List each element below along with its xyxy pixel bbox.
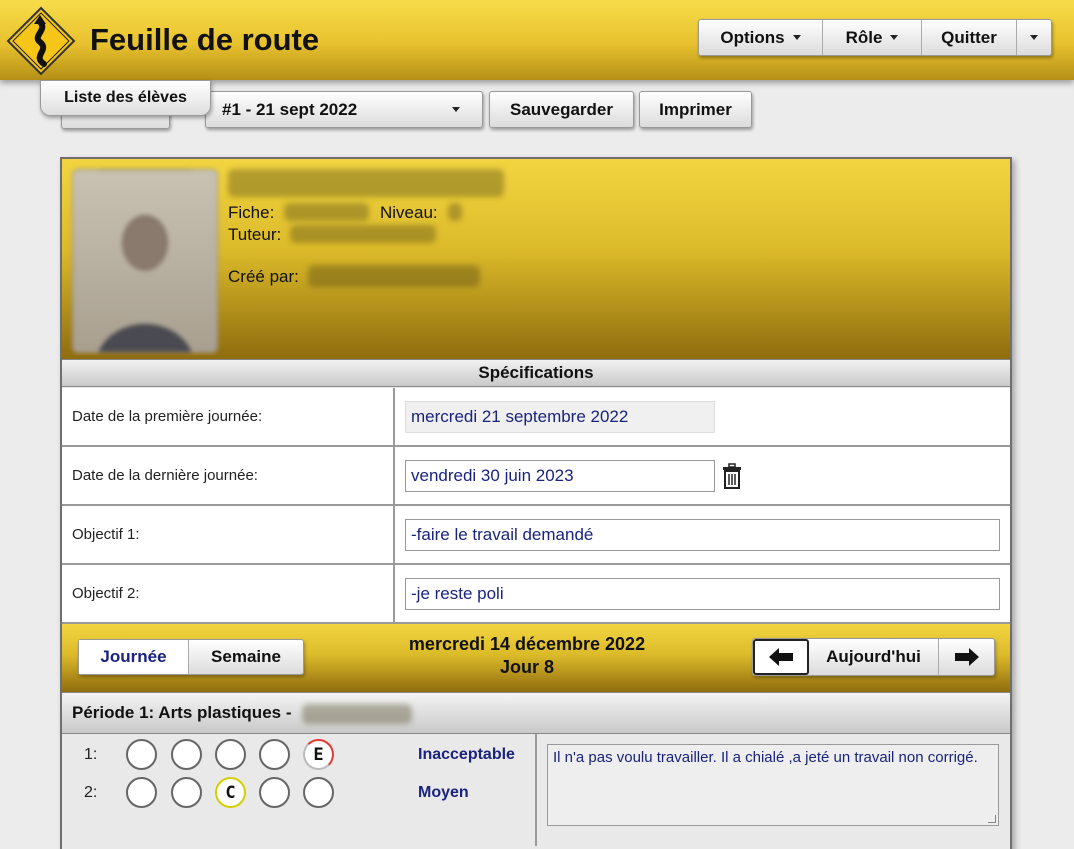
objective-2-label: Objectif 2: [72, 585, 140, 602]
first-day-field: mercredi 21 septembre 2022 [405, 401, 715, 433]
save-button[interactable]: Sauvegarder [489, 91, 634, 128]
row-divider [393, 447, 395, 504]
objective-2-input[interactable]: -je reste poli [405, 578, 1000, 610]
rating-letter: E [313, 744, 324, 765]
date-navigator: Aujourd'hui [752, 638, 995, 676]
trash-icon[interactable] [722, 463, 742, 494]
current-date: mercredi 14 décembre 2022 [408, 634, 646, 654]
rating-letter: C [225, 782, 236, 803]
print-button[interactable]: Imprimer [639, 91, 752, 128]
tab-day[interactable]: Journée [79, 640, 189, 674]
row-2-number: 2: [84, 784, 98, 801]
current-day-number: Jour 8 [499, 657, 555, 677]
rating-circle[interactable] [171, 777, 202, 808]
row-divider [393, 565, 395, 622]
period-title: Période 1: Arts plastiques - [72, 703, 292, 722]
period-evaluation: 1: E Inacceptable 2: C Moyen Il n'a pas … [62, 734, 1010, 846]
arrow-right-icon [954, 648, 979, 666]
row-divider [393, 506, 395, 563]
caret-down-icon [890, 35, 899, 40]
profile-banner: Fiche: Niveau: Tuteur: Créé par: [62, 159, 1010, 359]
caret-down-icon [792, 35, 801, 40]
caret-down-icon [1030, 35, 1038, 40]
role-label: Rôle [845, 27, 883, 47]
objective-1-label: Objectif 1: [72, 526, 140, 543]
first-day-row: Date de la première journée: mercredi 21… [62, 388, 1010, 447]
current-date-display: mercredi 14 décembre 2022 Jour 8 [362, 633, 692, 679]
comment-text: Il n'a pas voulu travailler. Il a chialé… [553, 749, 978, 766]
options-label: Options [720, 27, 785, 47]
winding-road-logo-icon [6, 6, 76, 81]
row-divider [393, 388, 395, 445]
student-card: Fiche: Niveau: Tuteur: Créé par: Spécifi… [60, 157, 1012, 849]
role-menu-button[interactable]: Rôle [823, 20, 922, 55]
app-header: Feuille de route Options Rôle Quitter [0, 0, 1074, 80]
sheet-select[interactable]: #1 - 21 sept 2022 [205, 91, 483, 128]
options-menu-button[interactable]: Options [699, 20, 823, 55]
next-day-button[interactable] [939, 639, 994, 675]
objective-2-row: Objectif 2: -je reste poli [62, 565, 1010, 624]
fiche-label: Fiche: [228, 203, 275, 222]
arrow-left-icon [769, 648, 793, 666]
niveau-value-redacted [448, 203, 462, 221]
created-by-value-redacted [308, 265, 480, 287]
evaluation-divider [535, 734, 537, 846]
resize-handle-icon[interactable] [988, 815, 996, 823]
row-1-rating: Inacceptable [418, 746, 515, 763]
caret-down-icon [452, 107, 460, 112]
last-day-label: Date de la dernière journée: [72, 467, 258, 484]
first-day-label: Date de la première journée: [72, 408, 263, 425]
row-2-rating: Moyen [418, 784, 469, 801]
period-header: Période 1: Arts plastiques - [62, 692, 1010, 734]
last-day-field[interactable]: vendredi 30 juin 2023 [405, 460, 715, 492]
created-by-label: Créé par: [228, 267, 299, 286]
rating-circle[interactable] [171, 739, 202, 770]
rating-circle-selected-e[interactable]: E [303, 739, 334, 770]
objective-1-row: Objectif 1: -faire le travail demandé [62, 506, 1010, 565]
teacher-name-redacted [302, 703, 413, 724]
rating-circle[interactable] [259, 777, 290, 808]
niveau-label: Niveau: [380, 203, 438, 222]
quit-button[interactable]: Quitter [922, 20, 1017, 55]
app-title: Feuille de route [90, 22, 320, 57]
comment-textarea[interactable]: Il n'a pas voulu travailler. Il a chialé… [547, 744, 999, 826]
row-1-number: 1: [84, 746, 98, 763]
last-day-row: Date de la dernière journée: vendredi 30… [62, 447, 1010, 506]
specifications-header: Spécifications [62, 359, 1010, 387]
view-toggle: Journée Semaine [78, 639, 304, 675]
objective-1-input[interactable]: -faire le travail demandé [405, 519, 1000, 551]
rating-circle[interactable] [303, 777, 334, 808]
rating-circle[interactable] [126, 777, 157, 808]
students-list-tab[interactable]: Liste des élèves [40, 80, 211, 116]
quit-dropdown-button[interactable] [1017, 20, 1051, 55]
student-name-redacted [228, 169, 504, 197]
rating-circle[interactable] [126, 739, 157, 770]
day-navigation-bar: Journée Semaine mercredi 14 décembre 202… [62, 624, 1010, 692]
student-photo [72, 169, 218, 353]
rating-circle-selected-c[interactable]: C [215, 777, 246, 808]
tab-week[interactable]: Semaine [189, 640, 303, 674]
top-menu: Options Rôle Quitter [698, 19, 1052, 56]
tuteur-label: Tuteur: [228, 225, 282, 244]
fiche-value-redacted [284, 203, 369, 221]
previous-day-button[interactable] [753, 639, 809, 675]
today-button[interactable]: Aujourd'hui [809, 639, 939, 675]
tuteur-value-redacted [290, 225, 436, 243]
sheet-select-value: #1 - 21 sept 2022 [222, 99, 358, 119]
rating-circle[interactable] [215, 739, 246, 770]
rating-circle[interactable] [259, 739, 290, 770]
